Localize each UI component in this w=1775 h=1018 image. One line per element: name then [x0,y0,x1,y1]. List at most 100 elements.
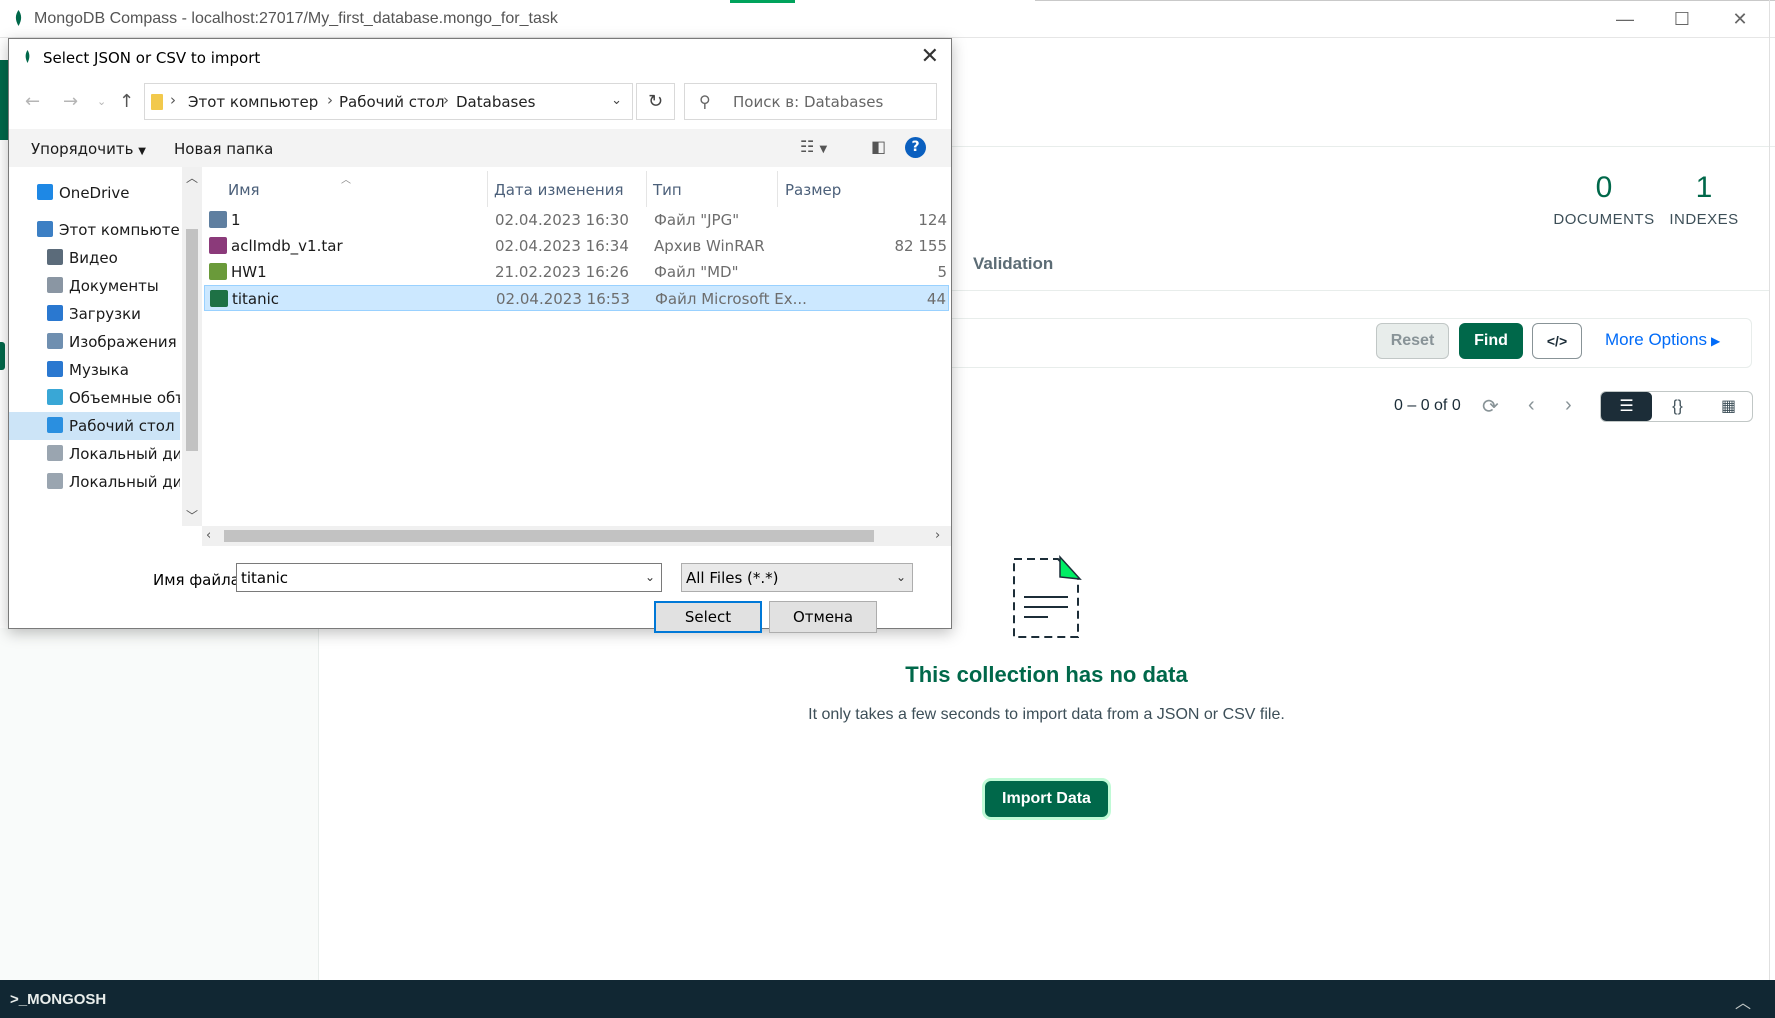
view-options-icon[interactable]: ☷ ▼ [800,137,827,156]
file-row[interactable]: aclImdb_v1.tar 02.04.2023 16:34 Архив WinR… [204,233,949,259]
nav-scrollbar[interactable]: ︿ ﹀ [182,167,202,526]
nav-item[interactable]: Объемные объ [9,384,180,412]
breadcrumb-separator-icon: › [170,91,176,109]
filetype-value: All Files (*.*) [686,569,779,587]
column-header-type[interactable]: Тип [653,181,682,199]
up-arrow-icon[interactable]: ↑ [119,91,134,112]
breadcrumb-desktop[interactable]: Рабочий стол [339,93,445,111]
tab-validation[interactable]: Validation [973,254,1053,274]
scroll-down-icon[interactable]: ﹀ [186,507,198,524]
file-name: aclImdb_v1.tar [231,237,343,255]
file-row[interactable]: 1 02.04.2023 16:30 Файл "JPG" 124 [204,207,949,233]
maximize-button[interactable]: ☐ [1662,5,1702,33]
scroll-up-icon[interactable]: ︿ [186,169,198,186]
preview-pane-icon[interactable]: ◧ [871,137,886,156]
mongosh-bar[interactable]: >_MONGOSH ︿ [0,980,1775,1018]
export-code-button[interactable]: </> [1532,323,1582,359]
horizontal-scrollbar[interactable]: ‹ › [202,526,951,546]
local-disk-icon [47,445,63,461]
titlebar-line [1035,0,1775,1]
table-view-icon[interactable]: ▦ [1703,392,1754,421]
scroll-left-icon[interactable]: ‹ [206,528,211,543]
winrar-archive-icon [209,237,227,254]
scrollbar-thumb[interactable] [224,530,874,542]
navigation-pane: OneDrive Этот компьютер Видео Документы Загр… [9,167,180,526]
nav-item[interactable]: Видео [9,244,180,272]
documents-stat: 0 DOCUMENTS [1548,171,1660,228]
column-divider [777,171,778,207]
image-file-icon [209,211,227,228]
minimize-button[interactable]: — [1605,5,1645,33]
filename-input[interactable]: titanic ⌄ [236,563,662,592]
back-arrow-icon[interactable]: ← [25,91,40,112]
column-header-name[interactable]: Имя [228,181,260,199]
file-type: Файл "MD" [654,263,739,281]
mongodb-leaf-icon [25,50,30,63]
header-divider [950,146,1775,147]
desktop-icon [47,417,63,433]
column-header-size[interactable]: Размер [785,181,841,199]
refresh-icon[interactable]: ⟳ [1482,394,1499,419]
nav-item[interactable]: Этот компьютер [9,216,180,244]
next-page-icon[interactable]: › [1565,394,1572,417]
find-button[interactable]: Find [1459,323,1523,359]
file-name: 1 [231,211,241,229]
close-button[interactable]: ✕ [1720,5,1760,33]
md-file-icon [209,263,227,280]
nav-item[interactable]: Рабочий стол [9,412,180,440]
folder-icon [151,94,163,110]
file-row[interactable]: HW1 21.02.2023 16:26 Файл "MD" 5 [204,259,949,285]
select-button[interactable]: Select [654,601,762,633]
file-name: HW1 [231,263,267,281]
computer-icon [37,221,53,237]
nav-item[interactable]: Локальный дис [9,440,180,468]
recent-locations-icon[interactable]: ⌄ [97,95,106,108]
refresh-button[interactable]: ↻ [636,83,675,120]
breadcrumb-databases[interactable]: Databases [456,93,535,111]
search-icon: ⚲ [699,92,711,111]
import-data-button[interactable]: Import Data [985,781,1108,817]
nav-item[interactable]: Локальный дис [9,468,180,496]
dialog-close-icon[interactable]: ✕ [921,44,939,69]
documents-label: DOCUMENTS [1553,211,1655,228]
forward-arrow-icon[interactable]: → [63,91,78,112]
nav-item[interactable]: OneDrive [9,179,180,207]
file-size: 5 [937,263,947,281]
chevron-down-icon[interactable]: ⌄ [611,93,622,108]
chevron-up-icon[interactable]: ︿ [1735,989,1751,1013]
mongodb-leaf-icon [15,10,22,26]
documents-count: 0 [1595,171,1613,204]
address-bar[interactable]: › Этот компьютер › Рабочий стол › Databa… [144,83,633,120]
nav-item[interactable]: Загрузки [9,300,180,328]
breadcrumb-separator-icon: › [327,91,333,109]
chevron-down-icon[interactable]: ⌄ [645,570,655,584]
previous-page-icon[interactable]: ‹ [1528,394,1535,417]
documents-icon [47,277,63,293]
file-type: Файл "JPG" [654,211,740,229]
json-view-icon[interactable]: {} [1652,392,1703,421]
tabs-divider [950,290,1769,291]
filetype-select[interactable]: All Files (*.*) ⌄ [681,563,913,592]
nav-item[interactable]: Изображения [9,328,180,356]
nav-item[interactable]: Музыка [9,356,180,384]
organize-menu[interactable]: Упорядочить ▼ [31,140,146,158]
reset-button[interactable]: Reset [1376,323,1449,359]
nav-item-label: Объемные объ [69,389,180,407]
more-options-link[interactable]: More Options ▶ [1605,330,1720,350]
column-header-date[interactable]: Дата изменения [494,181,624,199]
file-type: Архив WinRAR [654,237,765,255]
scrollbar-thumb[interactable] [186,229,198,451]
nav-item-label: Музыка [69,361,129,379]
breadcrumb-this-pc[interactable]: Этот компьютер [188,93,318,111]
cancel-button[interactable]: Отмена [769,601,877,633]
search-placeholder: Поиск в: Databases [733,93,884,111]
search-input[interactable]: ⚲ Поиск в: Databases [684,83,937,120]
scroll-right-icon[interactable]: › [935,528,940,543]
nav-item[interactable]: Документы [9,272,180,300]
sidebar-accent [0,60,8,140]
list-view-icon[interactable]: ☰ [1601,392,1652,421]
new-folder-button[interactable]: Новая папка [174,140,273,158]
file-row[interactable]: titanic 02.04.2023 16:53 Файл Microsoft Ex… [204,285,949,311]
help-icon[interactable]: ? [905,137,926,158]
empty-state-title: This collection has no data [905,662,1188,687]
